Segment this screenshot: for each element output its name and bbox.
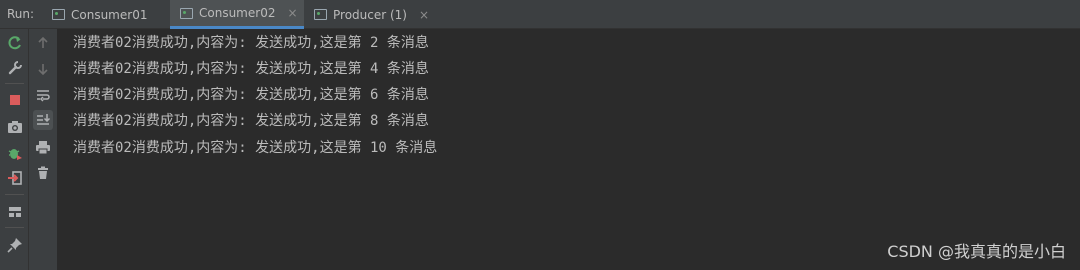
console-line: 消费者02消费成功,内容为: 发送成功,这是第 6 条消息 [73, 87, 429, 103]
toolbar-divider [5, 83, 24, 84]
camera-icon[interactable] [5, 117, 25, 137]
scroll-to-end-icon[interactable] [33, 110, 53, 130]
console-toolbar [29, 29, 58, 270]
soft-wrap-icon[interactable] [33, 85, 53, 105]
close-icon[interactable]: × [419, 8, 429, 22]
tab-consumer02[interactable]: Consumer02 × [170, 0, 304, 29]
close-icon[interactable]: × [287, 6, 297, 20]
trash-icon[interactable] [33, 163, 53, 183]
tab-label: Consumer02 [199, 6, 276, 20]
print-icon[interactable] [33, 137, 53, 157]
watermark: CSDN @我真真的是小白 [887, 242, 1066, 261]
toolbar-divider [5, 227, 24, 228]
rerun-icon[interactable] [5, 33, 25, 53]
console-line: 消费者02消费成功,内容为: 发送成功,这是第 10 条消息 [73, 140, 438, 156]
console-tab-icon [314, 9, 327, 20]
toolbar-divider [5, 194, 24, 195]
console-tab-icon [52, 9, 65, 20]
run-label: Run: [7, 7, 35, 21]
arrow-down-icon[interactable] [33, 59, 53, 79]
arrow-up-icon[interactable] [33, 33, 53, 53]
console-line: 消费者02消费成功,内容为: 发送成功,这是第 2 条消息 [73, 35, 429, 51]
console-output[interactable]: 消费者02消费成功,内容为: 发送成功,这是第 2 条消息 消费者02消费成功,… [58, 29, 1080, 270]
stop-icon[interactable] [5, 90, 25, 110]
pin-icon[interactable] [5, 235, 25, 255]
run-toolbar-left [0, 29, 29, 270]
console-tab-icon [180, 7, 193, 19]
console-line: 消费者02消费成功,内容为: 发送成功,这是第 4 条消息 [73, 61, 429, 77]
tab-label: Consumer01 [71, 7, 148, 22]
tab-consumer01[interactable]: Consumer01 [48, 0, 166, 29]
tab-producer[interactable]: Producer (1) × [306, 0, 436, 29]
run-tab-bar: Run: Consumer01 Consumer02 × Producer (1… [0, 0, 1080, 29]
tab-label: Producer (1) [333, 7, 407, 22]
console-line: 消费者02消费成功,内容为: 发送成功,这是第 8 条消息 [73, 113, 429, 129]
layout-icon[interactable] [5, 202, 25, 222]
exit-icon[interactable] [5, 168, 25, 188]
debug-bug-icon[interactable] [5, 143, 25, 163]
wrench-icon[interactable] [5, 58, 25, 78]
